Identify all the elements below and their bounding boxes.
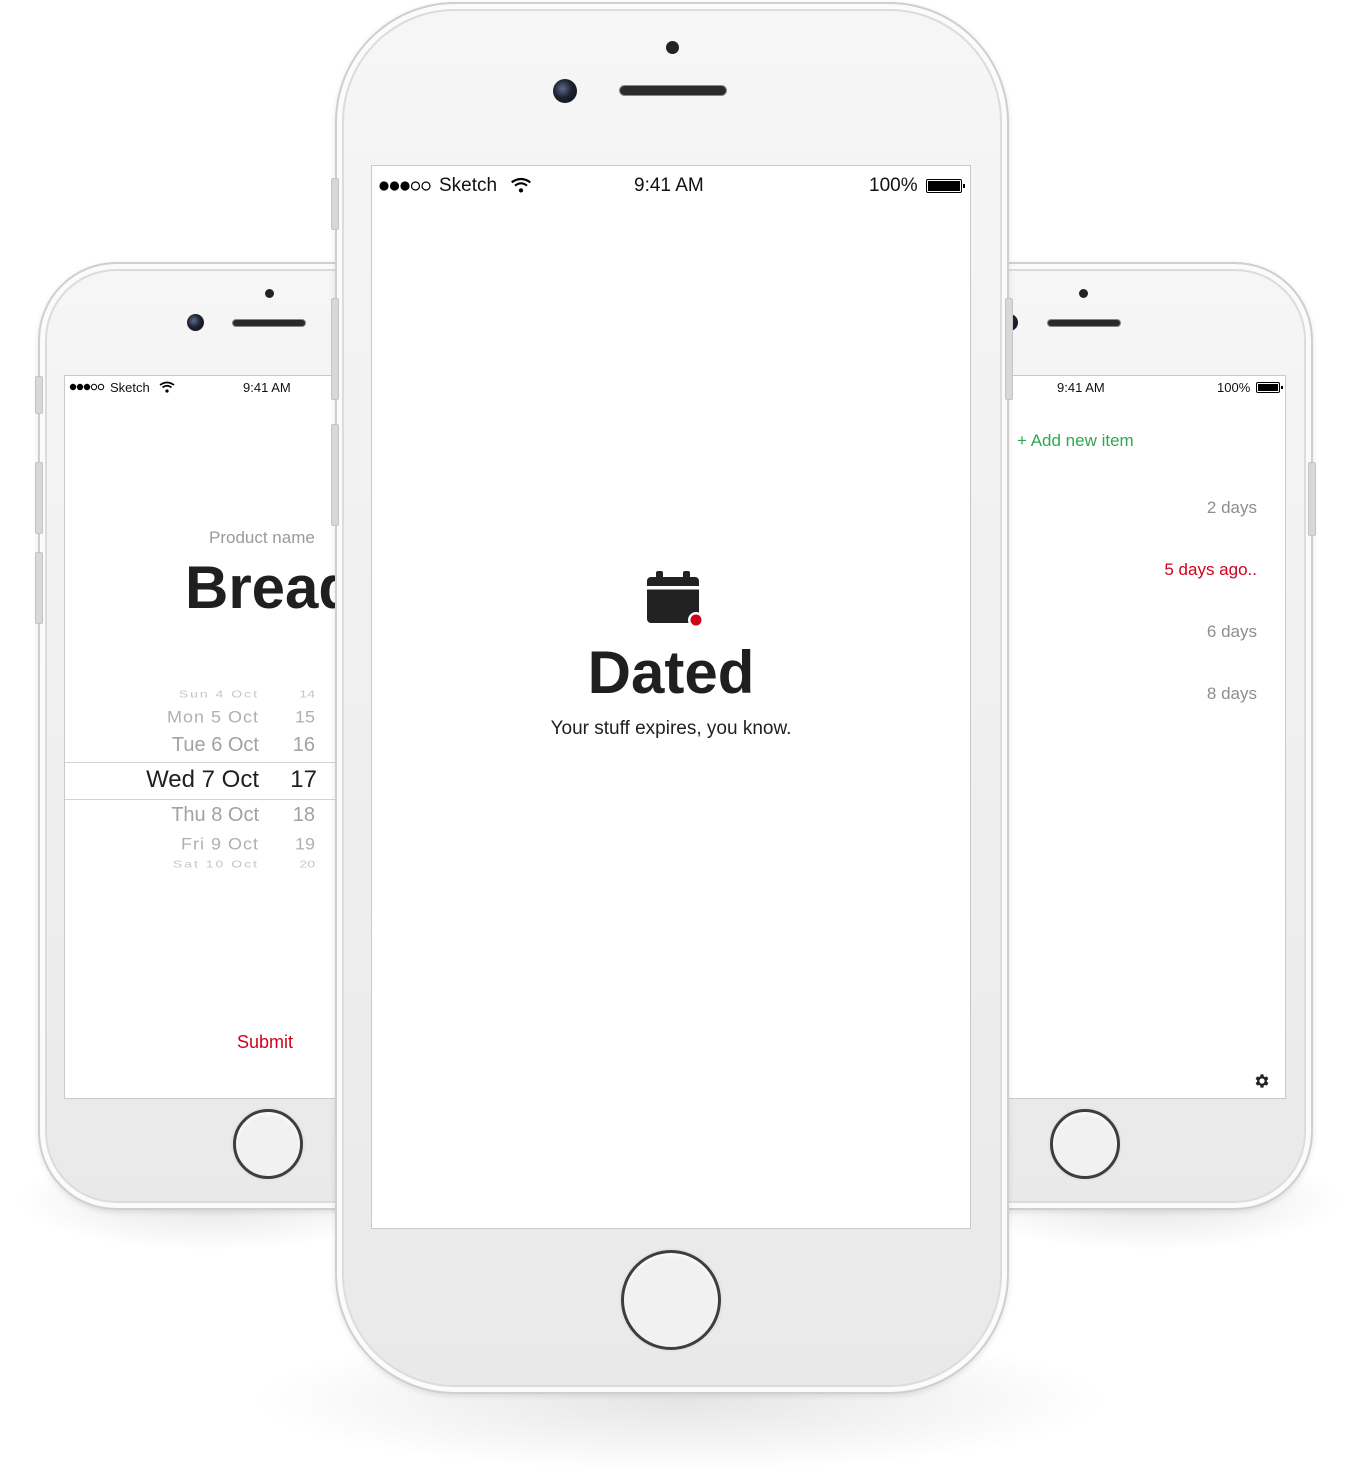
picker-date-selected: Wed 7 Oct <box>146 766 259 793</box>
wifi-icon <box>159 381 175 393</box>
picker-row[interactable]: Tue 6 Oct 16 <box>65 734 365 756</box>
battery-percent: 100% <box>1217 380 1251 395</box>
left-phone-volume-down <box>35 552 43 624</box>
picker-date: Thu 8 Oct <box>171 804 259 826</box>
status-bar: 9:41 AM 100% <box>995 376 1285 398</box>
picker-date: Sun 4 Oct <box>178 687 259 700</box>
center-phone-sensor <box>666 41 679 54</box>
battery-icon <box>1256 382 1283 393</box>
picker-day-number: 19 <box>294 834 315 853</box>
picker-row[interactable]: Sun 4 Oct 14 <box>65 687 365 700</box>
picker-selection-line-top <box>65 762 365 763</box>
picker-row[interactable]: Thu 8 Oct 18 <box>65 804 365 826</box>
center-phone-power-button <box>1005 298 1013 400</box>
app-name-title: Dated <box>587 639 755 706</box>
right-phone-sensor <box>1079 289 1088 298</box>
picker-selection-line-bottom <box>65 799 365 800</box>
add-new-item-button[interactable]: + Add new item <box>1017 431 1134 451</box>
center-phone-volume-up <box>331 298 339 400</box>
status-time: 9:41 AM <box>1057 380 1105 395</box>
picker-day-number: 18 <box>292 804 315 826</box>
picker-row[interactable]: Sat 10 Oct 20 <box>65 857 365 870</box>
left-phone-silent-switch <box>35 376 43 414</box>
picker-date: Tue 6 Oct <box>171 734 259 756</box>
submit-button[interactable]: Submit <box>237 1032 293 1053</box>
left-phone-sensor <box>265 289 274 298</box>
item-days-remaining[interactable]: 2 days <box>1207 498 1257 518</box>
left-phone-screen: Sketch 9:41 AM Product name Bread Sun 4 … <box>64 375 365 1099</box>
app-tagline: Your stuff expires, you know. <box>550 718 792 739</box>
product-name-value[interactable]: Bread <box>185 553 355 622</box>
carrier-label: Sketch <box>110 380 150 395</box>
status-bar: Sketch 9:41 AM 100% <box>372 166 970 200</box>
center-phone-camera <box>553 79 577 103</box>
carrier-label: Sketch <box>439 175 498 196</box>
right-phone-power-button <box>1308 462 1316 536</box>
center-phone-volume-down <box>331 424 339 526</box>
left-phone: Sketch 9:41 AM Product name Bread Sun 4 … <box>35 262 370 1210</box>
status-time: 9:41 AM <box>634 175 704 196</box>
right-phone-speaker <box>1047 319 1121 327</box>
picker-day-number: 15 <box>294 707 315 726</box>
status-bar: Sketch 9:41 AM <box>65 376 365 398</box>
wifi-icon <box>511 177 531 193</box>
picker-day-number: 14 <box>299 687 315 700</box>
item-days-remaining[interactable]: 8 days <box>1207 684 1257 704</box>
center-phone-speaker <box>619 85 727 96</box>
gear-icon[interactable] <box>1253 1072 1271 1090</box>
battery-percent: 100% <box>869 175 918 196</box>
center-phone: Sketch 9:41 AM 100% Dated Your stuff exp… <box>331 2 1013 1394</box>
left-phone-camera <box>187 314 204 331</box>
left-phone-speaker <box>232 319 306 327</box>
picker-date: Sat 10 Oct <box>172 857 259 870</box>
picker-day-number: 20 <box>299 857 315 870</box>
center-phone-silent-switch <box>331 178 339 230</box>
picker-date: Fri 9 Oct <box>180 834 259 853</box>
picker-day-number-selected: 17 <box>290 766 317 793</box>
status-time: 9:41 AM <box>243 380 291 395</box>
item-days-overdue[interactable]: 5 days ago.. <box>1164 560 1257 580</box>
right-phone-home-button[interactable] <box>1050 1109 1120 1179</box>
date-picker[interactable]: Sun 4 Oct 14 Mon 5 Oct 15 Tue 6 Oct 16 W… <box>65 666 365 876</box>
left-phone-home-button[interactable] <box>233 1109 303 1179</box>
signal-strength-icon <box>379 181 431 191</box>
calendar-icon <box>647 571 704 628</box>
left-phone-volume-up <box>35 462 43 534</box>
picker-row[interactable]: Fri 9 Oct 19 <box>65 834 365 853</box>
picker-row-selected[interactable]: Wed 7 Oct 17 <box>65 766 365 794</box>
signal-strength-icon <box>69 383 105 391</box>
right-phone-screen: 9:41 AM 100% + Add new item 2 days 5 day… <box>995 375 1286 1099</box>
item-days-remaining[interactable]: 6 days <box>1207 622 1257 642</box>
center-phone-screen: Sketch 9:41 AM 100% Dated Your stuff exp… <box>371 165 971 1229</box>
picker-row[interactable]: Mon 5 Oct 15 <box>65 707 365 726</box>
picker-day-number: 16 <box>292 734 315 756</box>
right-phone: 9:41 AM 100% + Add new item 2 days 5 day… <box>995 262 1316 1210</box>
picker-date: Mon 5 Oct <box>166 707 259 726</box>
center-phone-home-button[interactable] <box>621 1250 721 1350</box>
product-name-label: Product name <box>209 528 315 547</box>
battery-icon <box>926 179 965 193</box>
